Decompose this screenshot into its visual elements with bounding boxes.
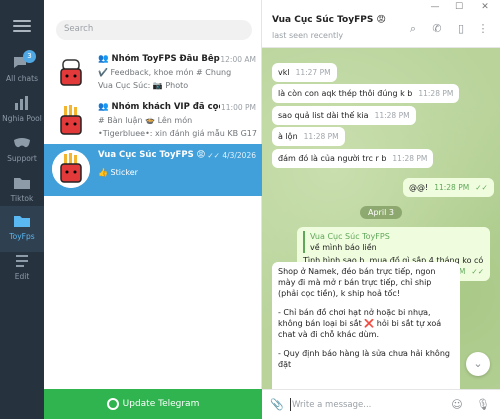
message-bubble[interactable]: à lộn 11:28 PM bbox=[272, 127, 345, 146]
update-telegram-button[interactable]: Update Telegram bbox=[44, 389, 262, 419]
phone-icon[interactable]: ✆ bbox=[430, 22, 444, 36]
chat-bubbles-icon: 3 bbox=[12, 50, 36, 72]
outgoing-message-bubble[interactable]: @@! 11:28 PM ✓✓ bbox=[403, 178, 494, 197]
date-separator: April 3 bbox=[360, 206, 402, 219]
sidebar-toggle-icon[interactable]: ▯ bbox=[454, 22, 468, 36]
message-bubble[interactable]: vkl 11:27 PM bbox=[272, 63, 337, 82]
chat-time: 12:00 AM bbox=[220, 55, 256, 64]
chat-preview: •Tigerbluee•: xin đánh giá mẫu KB G17 eb… bbox=[98, 129, 258, 138]
chat-topic: # Bàn luận 🍲 Lên món bbox=[98, 116, 193, 125]
folder-label: Nghia Pool bbox=[2, 114, 42, 123]
mask-icon bbox=[12, 134, 32, 152]
chef-avatar-icon bbox=[52, 54, 90, 92]
edit-icon bbox=[12, 252, 32, 270]
folder-label: Tiktok bbox=[10, 194, 34, 203]
search-input[interactable]: Search bbox=[56, 20, 252, 40]
reply-text: về mình báo liền bbox=[310, 243, 377, 252]
message-text: - Chỉ bán đồ chơi hạt nở hoặc bi nhựa, k… bbox=[278, 308, 442, 339]
fries-avatar-icon bbox=[52, 102, 90, 140]
chat-title: 👥 Nhóm khách VIP đã cọc, đã ... bbox=[98, 102, 220, 112]
chat-title: Vua Cục Súc ToyFPS 😡 bbox=[98, 150, 206, 160]
folder-label: ToyFps bbox=[9, 232, 35, 241]
reply-author: Vua Cục Súc ToyFPS bbox=[310, 232, 390, 241]
chat-item[interactable]: 👥 Nhóm ToyFPS Đầu Bếp Cục S... 12:00 AM … bbox=[44, 48, 262, 100]
folder-label: Support bbox=[7, 154, 37, 163]
unread-badge: 3 bbox=[23, 50, 36, 63]
conversation-header: — ☐ ✕ Vua Cục Súc ToyFPS 😡 last seen rec… bbox=[262, 0, 500, 48]
double-check-icon: ✓✓ bbox=[471, 267, 484, 276]
chat-list-panel: Search 👥 Nhóm ToyFPS Đầu Bếp Cục S... 12… bbox=[44, 0, 262, 419]
chat-item-selected[interactable]: Vua Cục Súc ToyFPS 😡 ✓✓ 4/3/2026 👍 Stick… bbox=[44, 144, 262, 196]
message-bubble[interactable]: sao quả list dài thế kia 11:28 PM bbox=[272, 106, 416, 125]
attach-icon[interactable]: 📎 bbox=[270, 398, 284, 412]
message-bubble[interactable]: Shop ở Namek, đéo bán trực tiếp, ngon mà… bbox=[272, 262, 460, 402]
folder-label: All chats bbox=[5, 74, 38, 83]
chevron-down-icon: ⌄ bbox=[473, 357, 483, 370]
folder-label: Edit bbox=[14, 272, 30, 281]
close-button[interactable]: ✕ bbox=[478, 2, 492, 12]
fries-avatar-icon bbox=[52, 150, 90, 188]
group-icon: 👥 bbox=[98, 102, 112, 112]
stats-icon bbox=[12, 94, 32, 112]
chat-preview: Vua Cục Súc: 📷 Photo bbox=[98, 81, 189, 90]
folder-icon bbox=[12, 174, 32, 192]
text-cursor bbox=[290, 398, 291, 411]
message-bubble[interactable]: là còn con aqk thép thôi đúng k b 11:28 P… bbox=[272, 84, 460, 103]
reply-quote[interactable]: Vua Cục Súc ToyFPS về mình báo liền bbox=[303, 231, 484, 253]
scroll-down-button[interactable]: ⌄ bbox=[466, 352, 490, 376]
folder-icon bbox=[12, 212, 32, 230]
chat-preview: 👍 Sticker bbox=[98, 168, 138, 177]
chat-time: 11:00 PM bbox=[221, 103, 256, 112]
folder-edit[interactable]: Edit bbox=[0, 246, 44, 292]
more-icon[interactable]: ⋮ bbox=[476, 22, 490, 36]
conversation-title[interactable]: Vua Cục Súc ToyFPS 😡 bbox=[272, 15, 386, 25]
last-seen-status: last seen recently bbox=[272, 31, 344, 40]
message-input[interactable]: Write a message... bbox=[292, 400, 371, 410]
double-check-icon: ✓✓ bbox=[475, 183, 488, 192]
emoji-icon[interactable]: ☺ bbox=[450, 398, 464, 412]
folder-rail: 3 All chats Nghia Pool Support Tiktok To… bbox=[0, 0, 44, 419]
minimize-button[interactable]: — bbox=[428, 2, 442, 12]
menu-icon[interactable] bbox=[13, 20, 31, 34]
double-check-icon: ✓✓ bbox=[207, 151, 223, 160]
update-icon bbox=[106, 397, 119, 410]
group-icon: 👥 bbox=[98, 54, 112, 64]
message-text: Shop ở Namek, đéo bán trực tiếp, ngon mà… bbox=[278, 267, 436, 298]
maximize-button[interactable]: ☐ bbox=[452, 2, 466, 12]
message-text: - Quy định báo hàng là sửa chưa hải khôn… bbox=[278, 349, 450, 369]
conversation-panel: — ☐ ✕ Vua Cục Súc ToyFPS 😡 last seen rec… bbox=[262, 0, 500, 419]
message-bubble[interactable]: đám đó là của người trc r b 11:28 PM bbox=[272, 149, 434, 168]
chat-title: 👥 Nhóm ToyFPS Đầu Bếp Cục S... bbox=[98, 54, 220, 64]
message-composer: 📎 Write a message... ☺ 🎙 bbox=[262, 389, 500, 419]
chat-topic: ✔️ Feedback, khoe món # Chung bbox=[98, 68, 232, 77]
chat-item[interactable]: 👥 Nhóm khách VIP đã cọc, đã ... 11:00 PM… bbox=[44, 96, 262, 148]
microphone-icon[interactable]: 🎙 bbox=[476, 398, 490, 412]
search-icon[interactable]: ⌕ bbox=[406, 22, 420, 36]
chat-time: ✓✓ 4/3/2026 bbox=[207, 151, 256, 160]
